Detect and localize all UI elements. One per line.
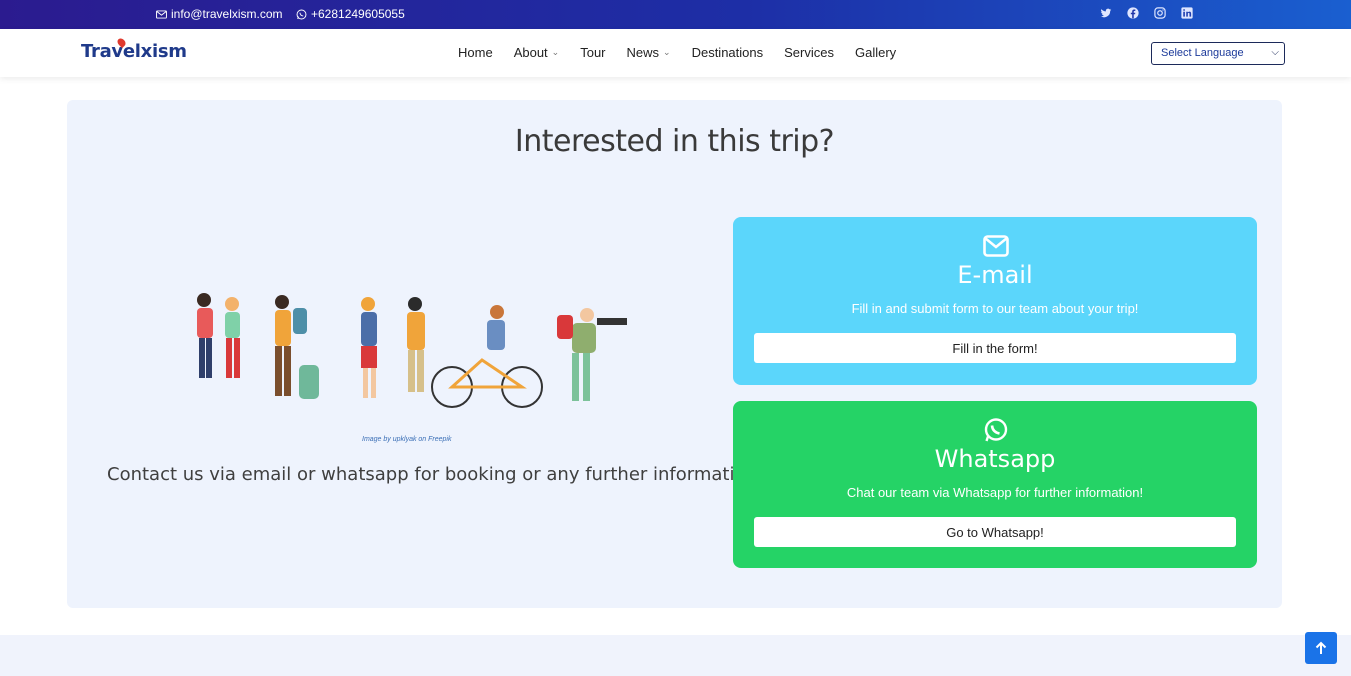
site-logo[interactable]: Travelxism: [81, 36, 187, 62]
go-to-whatsapp-button[interactable]: Go to Whatsapp!: [754, 517, 1236, 547]
chevron-down-icon: ⌄: [551, 47, 560, 57]
chevron-down-icon: ⌵: [1271, 47, 1279, 58]
chevron-down-icon: ⌄: [663, 47, 671, 57]
email-card-title: E-mail: [957, 261, 1033, 289]
linkedin-icon[interactable]: [1180, 6, 1193, 19]
nav-item-gallery[interactable]: Gallery: [855, 45, 896, 60]
facebook-icon[interactable]: [1126, 6, 1139, 19]
email-contact[interactable]: info@travelxism.com: [156, 7, 283, 21]
section-title: Interested in this trip?: [514, 124, 835, 159]
twitter-icon[interactable]: [1099, 6, 1112, 19]
whatsapp-card-title: Whatsapp: [934, 445, 1056, 473]
nav-item-tour[interactable]: Tour: [580, 45, 605, 60]
main-navbar: Travelxism Home About ⌄ Tour News ⌄ Destin…: [0, 29, 1351, 77]
envelope-icon: [156, 9, 167, 19]
phone-text: +6281249605055: [311, 7, 405, 21]
travelers-illustration: [197, 293, 627, 408]
footer-band: [0, 635, 1351, 676]
booking-section: Interested in this trip? Image by upklya…: [67, 100, 1282, 608]
whatsapp-card-description: Chat our team via Whatsapp for further i…: [846, 485, 1144, 500]
nav-item-about[interactable]: About ⌄: [514, 45, 560, 60]
arrow-up-icon: [1315, 641, 1327, 654]
main-menu: Home About ⌄ Tour News ⌄ Destinations Serv…: [458, 45, 896, 60]
phone-contact[interactable]: +6281249605055: [296, 7, 405, 21]
whatsapp-icon: [984, 418, 1008, 442]
scroll-to-top-button[interactable]: [1305, 632, 1337, 664]
social-links: [1099, 6, 1193, 19]
email-card: E-mail Fill in and submit form to our te…: [733, 217, 1257, 385]
whatsapp-card: Whatsapp Chat our team via Whatsapp for …: [733, 401, 1257, 568]
instagram-icon[interactable]: [1153, 6, 1166, 19]
nav-item-destinations[interactable]: Destinations: [692, 45, 764, 60]
top-bar: info@travelxism.com +6281249605055: [0, 0, 1351, 29]
image-credit[interactable]: Image by upklyak on Freepik: [362, 436, 452, 443]
envelope-icon: [983, 235, 1009, 257]
language-select[interactable]: Select Language ⌵: [1151, 42, 1285, 65]
nav-item-services[interactable]: Services: [784, 45, 834, 60]
whatsapp-icon: [296, 9, 307, 19]
contact-description: Contact us via email or whatsapp for boo…: [107, 464, 757, 485]
fill-form-button[interactable]: Fill in the form!: [754, 333, 1236, 363]
nav-item-home[interactable]: Home: [458, 45, 493, 60]
nav-item-news[interactable]: News ⌄: [627, 45, 671, 60]
email-text: info@travelxism.com: [171, 7, 283, 21]
email-card-description: Fill in and submit form to our team abou…: [851, 301, 1139, 316]
